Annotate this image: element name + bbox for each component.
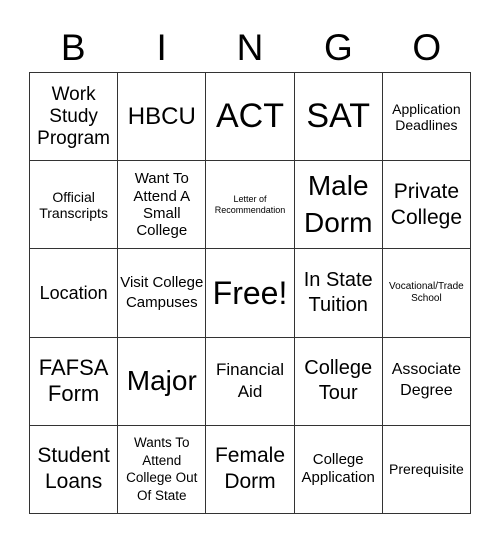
bingo-cell[interactable]: Major [118, 337, 207, 426]
cell-label: Visit College Campuses [120, 274, 204, 311]
cell-label: Application Deadlines [392, 100, 461, 133]
header-letter-g: G [324, 26, 353, 68]
header-letter-i: I [156, 26, 167, 68]
bingo-cell[interactable]: Prerequisite [382, 425, 471, 514]
cell-label: Female Dorm [214, 444, 285, 494]
bingo-cell[interactable]: Visit College Campuses [118, 249, 207, 338]
cell-label: Prerequisite [389, 461, 464, 478]
cell-label: College Application [301, 450, 375, 487]
cell-label: Wants To Attend College Out Of State [126, 435, 198, 503]
cell-label: College Tour [304, 357, 373, 405]
cell-label: Associate Degree [391, 361, 462, 400]
bingo-cell[interactable]: SAT [294, 73, 383, 162]
bingo-cell[interactable]: HBCU [118, 73, 207, 162]
cell-label: Official Transcripts [39, 188, 108, 221]
bingo-cell[interactable]: Official Transcripts [30, 161, 119, 250]
bingo-cell[interactable]: College Application [294, 425, 383, 514]
bingo-cell[interactable]: Financial Aid [206, 337, 295, 426]
bingo-board: Work Study Program HBCU ACT SAT Applicat… [29, 72, 471, 514]
bingo-cell[interactable]: Student Loans [30, 425, 119, 514]
cell-label: Vocational/Trade School [389, 281, 464, 304]
cell-label: Male Dorm [303, 170, 373, 238]
cell-label: Letter of Recommendation [214, 194, 286, 215]
bingo-cell[interactable]: Vocational/Trade School [382, 249, 471, 338]
cell-label: Financial Aid [215, 360, 285, 402]
bingo-cell[interactable]: Wants To Attend College Out Of State [118, 425, 207, 514]
cell-label: ACT [215, 97, 284, 136]
cell-label: FAFSA Form [38, 354, 109, 407]
cell-label: Major [126, 365, 197, 397]
bingo-cell[interactable]: Work Study Program [30, 73, 119, 162]
free-space-cell[interactable]: Free! [206, 249, 295, 338]
header-letter-b: B [60, 26, 86, 68]
free-space-label: Free! [212, 274, 288, 311]
bingo-cell[interactable]: Location [30, 249, 119, 338]
bingo-cell[interactable]: Want To Attend A Small College [118, 161, 207, 250]
bingo-cell[interactable]: Associate Degree [382, 337, 471, 426]
cell-label: In State Tuition [303, 268, 373, 316]
cell-label: HBCU [127, 102, 196, 130]
cell-label: Work Study Program [37, 83, 111, 149]
header-letter-o: O [412, 26, 442, 68]
bingo-cell[interactable]: FAFSA Form [30, 337, 119, 426]
bingo-header: B I N G O [29, 22, 471, 72]
bingo-cell[interactable]: ACT [206, 73, 295, 162]
bingo-cell[interactable]: Female Dorm [206, 425, 295, 514]
bingo-cell[interactable]: Private College [382, 161, 471, 250]
bingo-cell[interactable]: College Tour [294, 337, 383, 426]
header-letter-n: N [236, 26, 264, 68]
bingo-cell[interactable]: Male Dorm [294, 161, 383, 250]
cell-label: Private College [390, 179, 462, 229]
cell-label: SAT [306, 97, 370, 136]
bingo-cell[interactable]: In State Tuition [294, 249, 383, 338]
bingo-cell[interactable]: Application Deadlines [382, 73, 471, 162]
cell-label: Location [39, 282, 108, 303]
cell-label: Student Loans [37, 444, 110, 494]
bingo-cell[interactable]: Letter of Recommendation [206, 161, 295, 250]
cell-label: Want To Attend A Small College [133, 170, 191, 240]
